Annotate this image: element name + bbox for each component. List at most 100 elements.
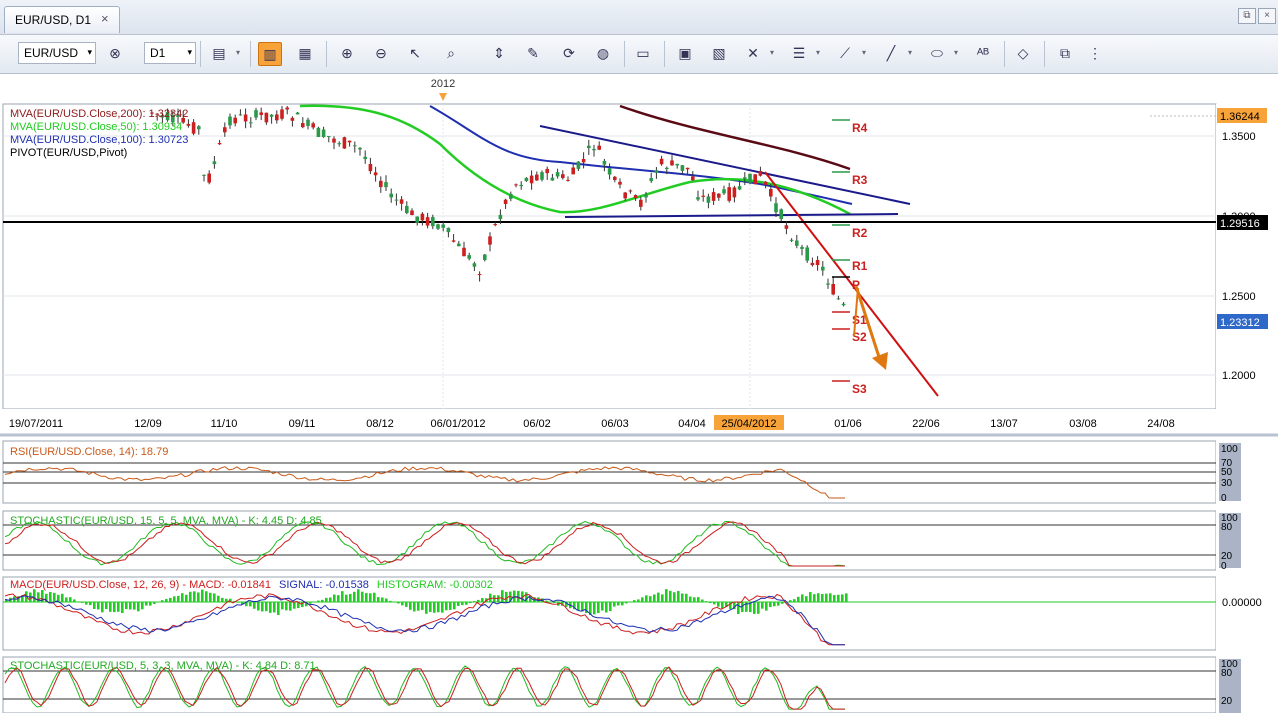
tab-close-icon[interactable]: × bbox=[101, 11, 109, 26]
macd-bar bbox=[201, 589, 204, 602]
macd-bar bbox=[185, 594, 188, 602]
zoom-in-icon[interactable]: ⊕ bbox=[336, 42, 358, 64]
edit-icon[interactable]: ✎ bbox=[522, 42, 544, 64]
trendline-icon[interactable]: ╱ bbox=[880, 42, 902, 64]
date-label: 19/07/2011 bbox=[9, 418, 63, 430]
rsi-scale: 100 70 50 30 0 bbox=[1219, 443, 1241, 504]
chevron-down-icon[interactable]: ▾ bbox=[236, 48, 240, 57]
candle-body bbox=[295, 112, 300, 115]
macd-bar bbox=[833, 595, 836, 602]
candle-body bbox=[368, 164, 373, 172]
candle-body bbox=[763, 181, 768, 185]
rsi-title: RSI(EUR/USD.Close, 14): 18.79 bbox=[10, 446, 168, 458]
candle-body bbox=[373, 172, 378, 176]
macd-bar bbox=[597, 602, 600, 614]
chart-type-icon[interactable]: ▤ bbox=[208, 42, 230, 64]
candle-body bbox=[379, 180, 383, 188]
macd-bar bbox=[77, 601, 80, 602]
eraser-icon[interactable]: ◇ bbox=[1012, 42, 1034, 64]
pointer-icon[interactable]: ↖ bbox=[404, 42, 426, 64]
macd-bar bbox=[121, 602, 124, 613]
macd-bar bbox=[657, 592, 660, 602]
macd-bar bbox=[141, 602, 144, 610]
legend-mva100: MVA(EUR/USD.Close,100): 1.30723 bbox=[10, 134, 188, 146]
ruler-icon[interactable]: ▭ bbox=[632, 42, 654, 64]
macd-bar bbox=[365, 593, 368, 602]
date-label: 22/06 bbox=[912, 418, 940, 430]
macd-bar bbox=[757, 602, 760, 614]
macd-bar bbox=[193, 591, 196, 602]
macd-bar bbox=[337, 595, 340, 602]
macd-bar bbox=[477, 599, 480, 602]
macd-bar bbox=[137, 602, 140, 612]
globe-icon[interactable]: ◍ bbox=[592, 42, 614, 64]
center-icon[interactable]: ⇕ bbox=[488, 42, 510, 64]
macd-bar bbox=[109, 602, 112, 612]
chevron-down-icon[interactable]: ▾ bbox=[770, 48, 774, 57]
symbol-select[interactable]: EUR/USD ▾ bbox=[18, 42, 96, 64]
candle-body bbox=[555, 172, 560, 177]
macd-bar bbox=[737, 602, 740, 615]
more-options-icon[interactable]: ⋮ bbox=[1084, 42, 1106, 64]
chevron-down-icon[interactable]: ▾ bbox=[816, 48, 820, 57]
rsi-scale-label: 50 bbox=[1221, 467, 1233, 478]
zoom-area-icon[interactable]: ⌕ bbox=[440, 42, 462, 64]
macd-bar bbox=[777, 602, 780, 606]
macd-bar bbox=[621, 602, 624, 606]
macd-bar bbox=[489, 593, 492, 602]
candle-body bbox=[493, 224, 497, 226]
text-tool-icon[interactable]: ᴬᴮ bbox=[972, 42, 994, 64]
candle-body bbox=[680, 165, 685, 171]
levels-icon[interactable]: ☰ bbox=[788, 42, 810, 64]
candle-body bbox=[602, 160, 607, 165]
macd-bar bbox=[217, 595, 220, 602]
template-icon[interactable]: ▧ bbox=[708, 42, 730, 64]
refresh-icon[interactable]: ⟳ bbox=[558, 42, 580, 64]
legend-mva200: MVA(EUR/USD.Close,200): 1.32842 bbox=[10, 108, 188, 120]
data-window-icon[interactable]: ▦ bbox=[294, 42, 316, 64]
macd-bar bbox=[685, 593, 688, 602]
zoom-out-icon[interactable]: ⊖ bbox=[370, 42, 392, 64]
date-label: 24/08 bbox=[1147, 418, 1175, 430]
candle-body bbox=[264, 112, 269, 123]
image-icon[interactable]: ▣ bbox=[674, 42, 696, 64]
chevron-down-icon[interactable]: ▾ bbox=[908, 48, 912, 57]
macd-bar bbox=[769, 602, 772, 608]
price-label: 1.2500 bbox=[1222, 291, 1256, 303]
candle-body bbox=[727, 187, 731, 201]
close-window-icon[interactable]: × bbox=[1258, 8, 1276, 24]
chart-area[interactable]: 2012 R4 R3 R2 R1 P S1 S2 S3 MVA(EUR/USD.… bbox=[0, 74, 1278, 713]
pivot-r4: R4 bbox=[852, 121, 868, 135]
candle-body bbox=[425, 217, 430, 226]
chart-svg[interactable]: 2012 R4 R3 R2 R1 P S1 S2 S3 MVA(EUR/USD.… bbox=[0, 74, 1278, 713]
ellipse-icon[interactable]: ⬭ bbox=[926, 42, 948, 64]
timeframe-select[interactable]: D1 ▾ bbox=[144, 42, 196, 64]
macd-bar bbox=[405, 602, 408, 607]
rsi-scale-label: 30 bbox=[1221, 478, 1233, 489]
macd-bar bbox=[169, 597, 172, 602]
stoch1-title: STOCHASTIC(EUR/USD, 15, 5, 5, MVA, MVA) … bbox=[10, 515, 322, 527]
restore-window-icon[interactable]: ⧉ bbox=[1238, 8, 1256, 24]
macd-bar bbox=[93, 602, 96, 609]
candle-body bbox=[836, 298, 841, 300]
candle-body bbox=[675, 163, 679, 166]
hierarchy-icon[interactable]: ⧉ bbox=[1054, 42, 1076, 64]
macd-bar bbox=[97, 602, 100, 610]
candle-body bbox=[607, 168, 612, 175]
macd-bar bbox=[713, 602, 716, 605]
macd-bar bbox=[821, 594, 824, 602]
chart-tab[interactable]: EUR/USD, D1 × bbox=[4, 6, 120, 33]
candle-body bbox=[826, 283, 830, 285]
crosshair-icon[interactable]: ✕ bbox=[742, 42, 764, 64]
chevron-down-icon[interactable]: ▾ bbox=[954, 48, 958, 57]
candle-body bbox=[576, 161, 581, 169]
year-marker[interactable] bbox=[439, 93, 447, 101]
fan-icon[interactable]: ⟋ bbox=[834, 42, 856, 64]
macd-bar bbox=[289, 602, 292, 611]
candle-body bbox=[566, 179, 570, 181]
remove-symbol-icon[interactable]: ⊗ bbox=[104, 42, 126, 64]
chevron-down-icon[interactable]: ▾ bbox=[862, 48, 866, 57]
candles-view-icon[interactable]: ▥ bbox=[258, 42, 282, 66]
macd-bar bbox=[501, 590, 504, 602]
pivot-s3: S3 bbox=[852, 382, 867, 396]
